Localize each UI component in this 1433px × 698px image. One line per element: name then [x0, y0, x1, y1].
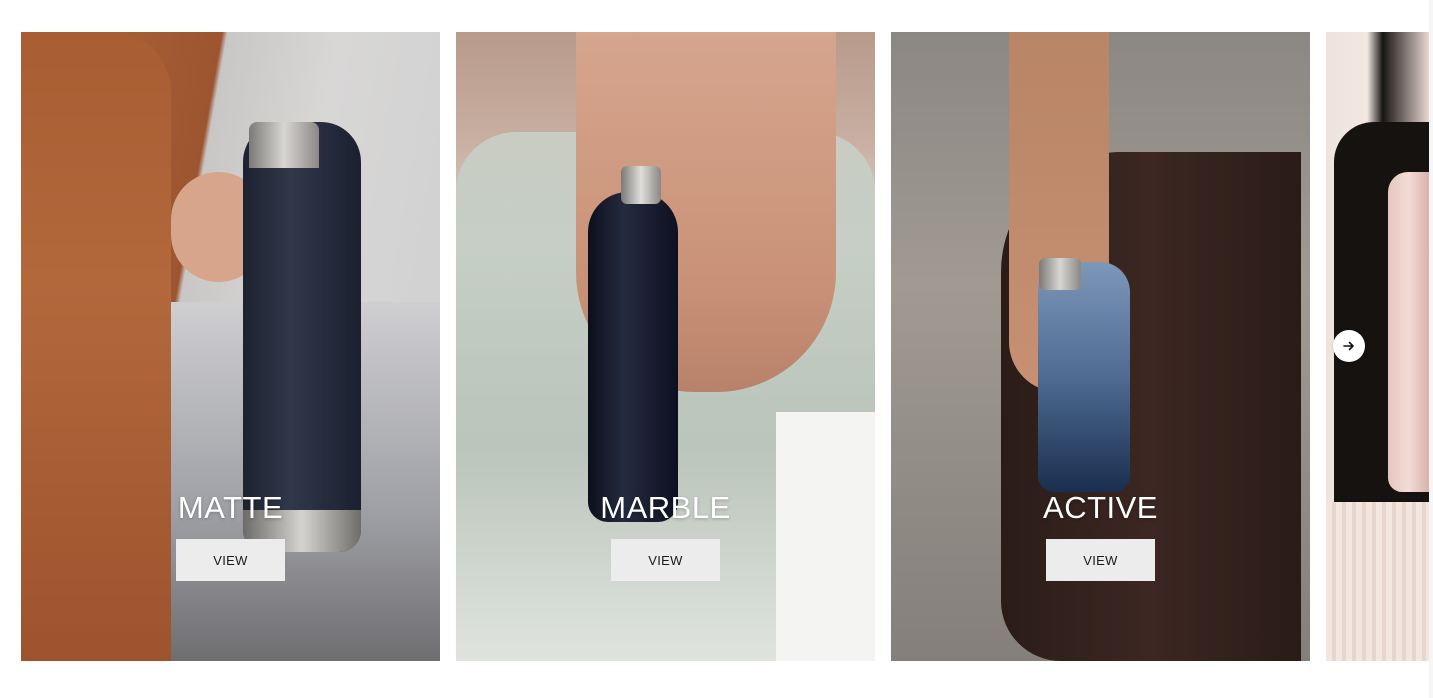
scrollbar-track [1429, 0, 1433, 698]
bottle-image [588, 192, 678, 522]
view-button[interactable]: VIEW [1046, 539, 1155, 581]
collection-carousel: MATTE VIEW MARBLE VIEW ACTIVE VIEW [0, 0, 1433, 698]
collection-card-active[interactable]: ACTIVE VIEW [891, 32, 1310, 661]
card-title: ACTIVE [1043, 490, 1158, 525]
view-button[interactable]: VIEW [176, 539, 285, 581]
arrow-right-icon [1343, 341, 1354, 351]
carousel-next-button[interactable] [1333, 330, 1365, 362]
bottle-image [1388, 172, 1429, 492]
card-title: MATTE [177, 490, 284, 525]
bottle-image [1038, 262, 1130, 492]
view-button[interactable]: VIEW [611, 539, 720, 581]
collection-card-marble[interactable]: MARBLE VIEW [456, 32, 875, 661]
collection-card-matte[interactable]: MATTE VIEW [21, 32, 440, 661]
card-title: MARBLE [600, 490, 731, 525]
